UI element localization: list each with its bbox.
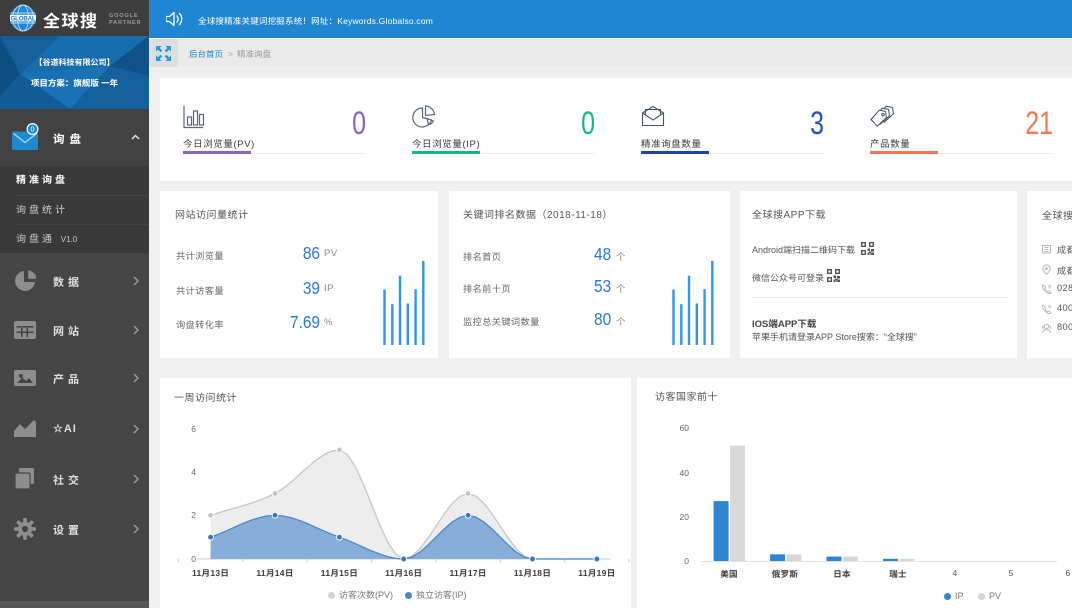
svg-text:GLOBAL: GLOBAL (11, 15, 36, 22)
svg-text:0: 0 (30, 125, 34, 134)
